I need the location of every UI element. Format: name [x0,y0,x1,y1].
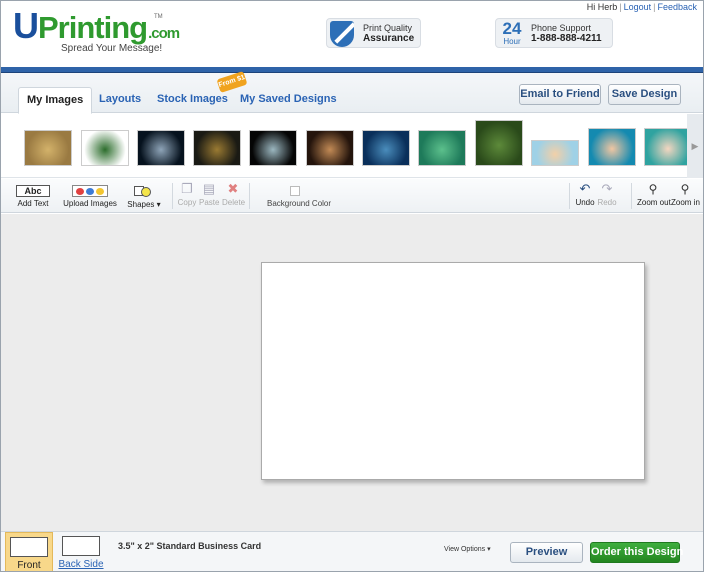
triggerfish-image[interactable] [249,130,297,166]
copy-label: Copy [177,198,197,207]
24-hour-icon: 24 Hour [500,20,524,46]
zoom-in-button[interactable]: ⚲ Zoom in [671,181,700,207]
chevron-down-icon: ▾ [487,546,491,553]
paste-label: Paste [199,198,220,207]
zoom-out-button[interactable]: ⚲ Zoom out [637,181,671,207]
crab-image[interactable] [306,130,354,166]
sea-turtle-image[interactable] [362,130,410,166]
glass-jar-image[interactable] [24,130,72,166]
back-side-label: Back Side [58,559,104,570]
bottom-bar: Front Side Back Side 3.5" x 2" Standard … [1,531,703,571]
email-to-friend-button[interactable]: Email to Friend [519,84,601,105]
tab-my-images[interactable]: My Images [18,87,93,114]
diver-image[interactable] [418,130,466,166]
shapes-label: Shapes [127,200,155,209]
chevron-down-icon: ▾ [156,200,161,209]
delete-label: Delete [222,198,246,207]
kelp-image[interactable] [475,120,523,166]
logo-com: .com [148,25,180,42]
hour-number: 24 [502,19,522,38]
account-links: Hi Herb | Logout | Feedback [586,2,697,12]
front-side-tab[interactable]: Front Side [5,532,53,571]
design-canvas-area [1,214,703,531]
background-color-label: Background Color [267,199,332,208]
view-options-dropdown[interactable]: View Options ▾ [444,545,491,553]
uprinting-logo[interactable]: UPrinting.com TM Spread Your Message! [13,8,180,55]
zoom-in-label: Zoom in [671,198,700,207]
paste-button[interactable]: ▤ Paste [199,181,220,208]
background-color-button[interactable]: Background Color [267,181,331,208]
add-text-button[interactable]: Abc Add Text [15,181,51,208]
shark-image[interactable] [137,130,185,166]
delete-button[interactable]: ✖ Delete [222,181,246,208]
greeting: Hi Herb [586,2,618,12]
scroll-right-icon[interactable]: ▶ [687,114,703,178]
logo-printing: Printing [38,10,148,45]
order-this-design-button[interactable]: Order this Design [590,542,683,563]
upload-images-label: Upload Images [63,199,117,208]
business-card-canvas[interactable] [261,262,645,480]
color-swatch-icon [290,186,300,196]
front-side-preview [10,537,48,557]
tab-my-saved-designs[interactable]: My Saved Designs [232,87,345,113]
view-options-label: View Options [444,546,486,553]
zoom-out-icon: ⚲ [648,182,658,196]
panel-tabs: My Images Layouts Stock Images From $1 M… [1,71,703,114]
design-toolbar: Abc Add Text Upload Images Shapes ▾ ❐ Co… [1,179,703,213]
redo-icon: ↷ [601,181,613,196]
logo-tagline: Spread Your Message! [61,43,163,54]
save-design-button[interactable]: Save Design [608,84,681,105]
text-icon: Abc [16,185,50,197]
image-thumbnail-strip: ▶ [1,114,703,178]
jellyfish-teal-image[interactable] [644,128,692,166]
undo-label: Undo [575,198,595,207]
jellyfish-blue-image[interactable] [588,128,636,166]
back-side-tab[interactable]: Back Side [57,532,105,571]
logout-link[interactable]: Logout [624,2,652,12]
redo-button[interactable]: ↷ Redo [597,181,617,208]
copy-icon: ❐ [181,181,193,196]
print-quality-badge[interactable]: Print Quality Assurance [326,18,421,48]
shipwreck-poster-image[interactable] [193,130,241,166]
upload-images-icon [72,185,108,197]
logo-banner-image[interactable] [81,130,129,166]
shield-icon [330,21,354,47]
delete-icon: ✖ [227,181,239,196]
feedback-link[interactable]: Feedback [657,2,697,12]
support-line1: Phone Support [531,23,592,33]
logo-trademark: TM [154,14,163,20]
undo-button[interactable]: ↶ Undo [575,181,595,208]
site-header: UPrinting.com TM Spread Your Message! Hi… [1,1,703,68]
quality-line1: Print Quality [363,23,413,33]
shapes-dropdown[interactable]: Shapes ▾ [125,181,163,209]
back-side-preview [62,536,100,556]
hour-label: Hour [503,37,521,46]
redo-label: Redo [597,198,617,207]
shapes-icon [132,184,156,198]
jellyfish-light-image[interactable] [531,140,579,166]
add-text-label: Add Text [17,199,49,208]
copy-button[interactable]: ❐ Copy [177,181,197,208]
logo-u: U [13,5,39,46]
upload-images-button[interactable]: Upload Images [61,181,119,208]
preview-button[interactable]: Preview [510,542,583,563]
undo-icon: ↶ [579,181,591,196]
app-window: UPrinting.com TM Spread Your Message! Hi… [0,0,704,572]
tab-layouts[interactable]: Layouts [91,87,149,113]
zoom-in-icon: ⚲ [680,182,690,196]
zoom-out-label: Zoom out [637,198,671,207]
front-side-label: Front Side [17,560,41,571]
support-phone: 1-888-888-4211 [531,33,602,44]
quality-line2: Assurance [363,33,415,44]
card-size-label: 3.5" x 2" Standard Business Card [118,541,262,551]
phone-support-badge[interactable]: 24 Hour Phone Support 1-888-888-4211 [495,18,613,48]
paste-icon: ▤ [202,181,216,196]
